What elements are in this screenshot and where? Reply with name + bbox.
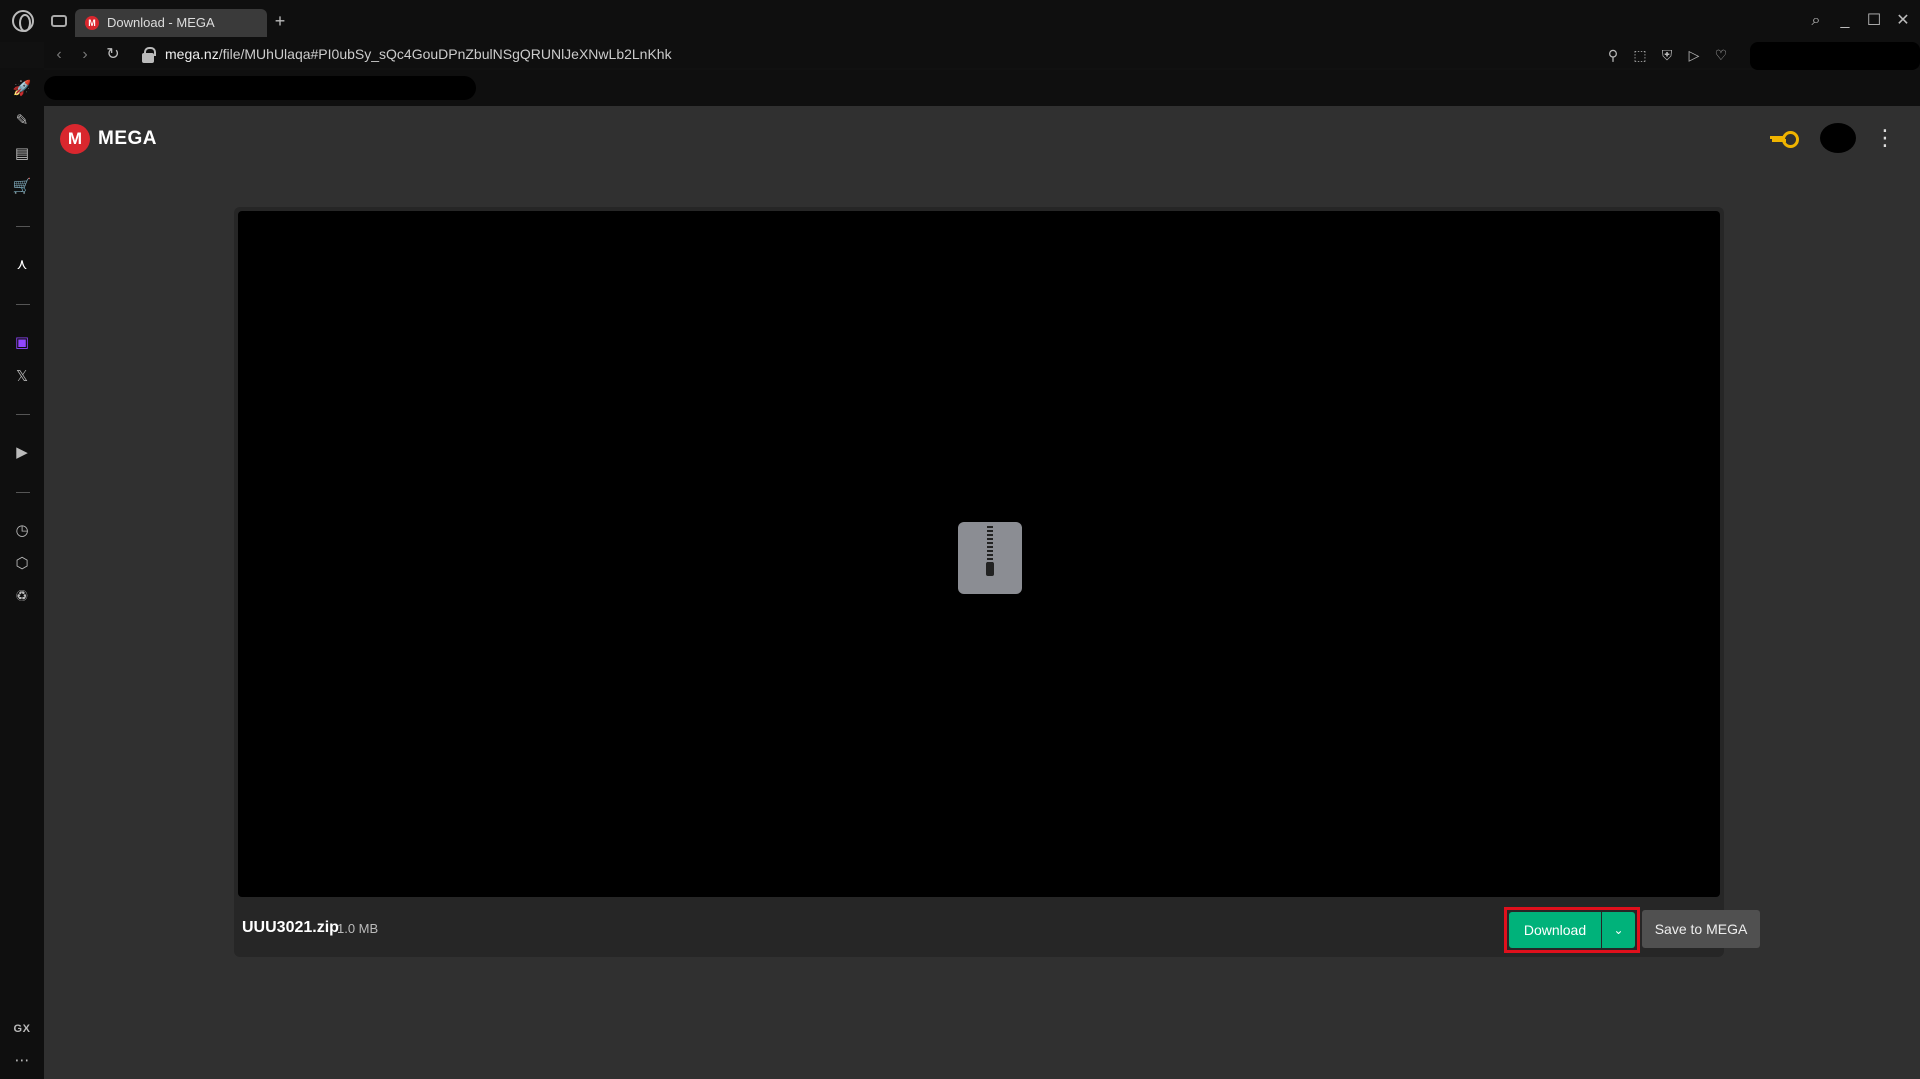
reload-button[interactable]: ↻ (102, 44, 124, 66)
maximize-button[interactable]: ☐ (1863, 10, 1885, 32)
key-icon[interactable] (1770, 128, 1799, 148)
save-to-mega-button[interactable]: Save to MEGA (1642, 910, 1760, 948)
file-preview (238, 211, 1720, 897)
back-button[interactable]: ‹ (48, 44, 70, 66)
avatar[interactable] (1820, 123, 1856, 153)
chevron-down-icon[interactable]: ⌄ (1602, 912, 1635, 948)
mega-logo-icon[interactable]: M (60, 124, 90, 154)
twitch-icon[interactable]: ▣ (11, 332, 33, 354)
player-icon[interactable]: ▷ (1685, 46, 1703, 64)
search-icon[interactable]: ⌕ (1805, 10, 1827, 32)
mega-brand[interactable]: MEGA (98, 128, 157, 150)
file-info-bar: UUU3021.zip 1.0 MB Download ⌄ Save to ME… (234, 901, 1760, 957)
pin-icon[interactable]: ⚲ (1604, 46, 1622, 64)
title-bar: M Download - MEGA + ⌕ _ ☐ ✕ (0, 0, 1920, 42)
sidebar-divider (16, 492, 30, 493)
url-path: /file/MUhUlaqa#PI0ubSy_sQc4GouDPnZbulNSg… (218, 46, 672, 62)
bookmark-heart-icon[interactable]: ♡ (1712, 46, 1730, 64)
mega-favicon-icon: M (85, 16, 99, 30)
history-icon[interactable]: ◷ (11, 520, 33, 542)
x-twitter-icon[interactable]: 𝕏 (11, 366, 33, 388)
adblock-shield-icon[interactable]: ⛨ (1658, 46, 1676, 64)
zip-file-icon (958, 522, 1022, 594)
gx-control-icon[interactable]: 🚀 (11, 78, 33, 100)
browser-window: M Download - MEGA + ⌕ _ ☐ ✕ ‹ › ↻ mega.n… (0, 0, 1920, 1079)
sidebar-divider (16, 226, 30, 227)
snapshot-icon[interactable]: ⬚ (1631, 46, 1649, 64)
download-button-group: Download ⌄ (1504, 907, 1640, 953)
new-tab-button[interactable]: + (271, 12, 289, 30)
menu-icon[interactable]: ⋮ (1874, 124, 1896, 152)
extensions-icon[interactable]: ⬡ (11, 553, 33, 575)
forward-button[interactable]: › (74, 44, 96, 66)
redacted-profile-area (1750, 42, 1920, 70)
gx-label[interactable]: GX (11, 1018, 33, 1040)
aria-icon[interactable]: ⋏ (11, 254, 33, 276)
player-sidebar-icon[interactable]: ▶ (11, 442, 33, 464)
redacted-bookmarks (44, 76, 476, 100)
close-button[interactable]: ✕ (1892, 10, 1914, 32)
sidebar-divider (16, 304, 30, 305)
tab-manager-icon[interactable] (51, 15, 67, 27)
opera-logo-icon[interactable] (12, 10, 34, 32)
url-field[interactable]: mega.nz/file/MUhUlaqa#PI0ubSy_sQc4GouDPn… (165, 46, 672, 62)
store-icon[interactable]: 🛒 (11, 176, 33, 198)
url-host: mega.nz (165, 46, 219, 62)
file-size: 1.0 MB (337, 921, 379, 936)
sidebar: 🚀 ✎ ▤ 🛒 ⋏ ▣ 𝕏 ▶ ◷ ⬡ ♽ GX ⋯ (0, 68, 44, 1079)
download-button[interactable]: Download (1509, 912, 1601, 948)
tab-download-mega[interactable]: M Download - MEGA (75, 9, 267, 37)
address-bar: ‹ › ↻ mega.nz/file/MUhUlaqa#PI0ubSy_sQc4… (44, 42, 1920, 68)
gx-corner-icon[interactable]: ✎ (11, 110, 33, 132)
file-viewer: UUU3021.zip 1.0 MB Download ⌄ Save to ME… (234, 207, 1760, 957)
minimize-button[interactable]: _ (1834, 10, 1856, 32)
file-name: UUU3021.zip (242, 919, 339, 936)
sidebar-divider (16, 414, 30, 415)
bookmarks-bar (44, 70, 1920, 106)
news-icon[interactable]: ▤ (11, 143, 33, 165)
mega-page: M MEGA ⋮ UUU3021.zip 1.0 MB Download ⌄ S… (44, 106, 1920, 1079)
more-icon[interactable]: ⋯ (11, 1050, 33, 1072)
settings-wrench-icon[interactable]: ♽ (11, 586, 33, 608)
lock-icon[interactable] (140, 46, 158, 64)
tab-title: Download - MEGA (107, 15, 215, 30)
